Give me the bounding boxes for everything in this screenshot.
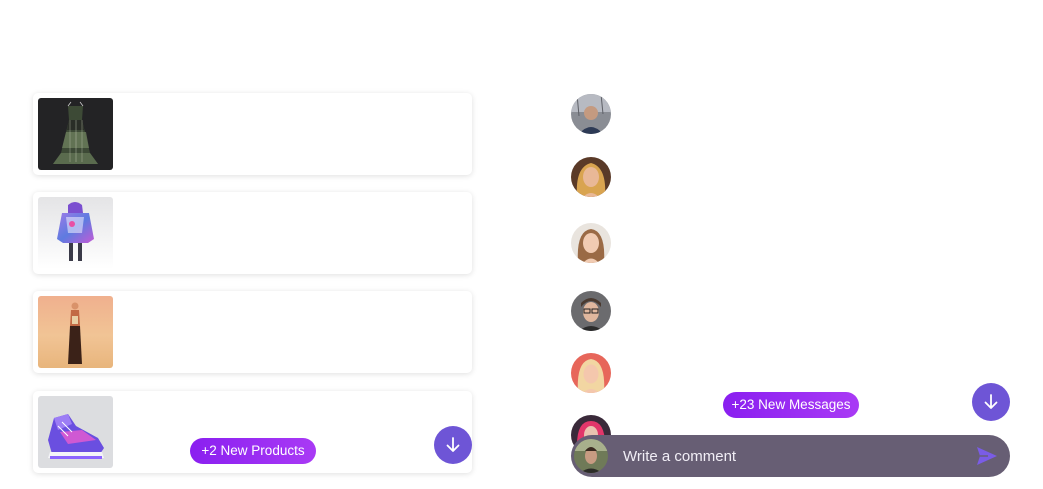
product-thumbnail bbox=[38, 98, 113, 170]
user-avatar[interactable] bbox=[571, 157, 611, 197]
comment-bar[interactable] bbox=[571, 435, 1010, 477]
product-card[interactable] bbox=[33, 192, 472, 274]
user-avatar[interactable] bbox=[571, 94, 611, 134]
user-avatar[interactable] bbox=[571, 353, 611, 393]
comment-input[interactable] bbox=[623, 435, 963, 477]
product-thumbnail bbox=[38, 197, 113, 269]
product-thumbnail bbox=[38, 396, 113, 468]
send-icon[interactable] bbox=[976, 446, 998, 466]
user-avatar[interactable] bbox=[571, 291, 611, 331]
scroll-down-products-button[interactable] bbox=[434, 426, 472, 464]
arrow-down-icon bbox=[984, 394, 998, 409]
product-card[interactable] bbox=[33, 93, 472, 175]
scroll-down-messages-button[interactable] bbox=[972, 383, 1010, 421]
arrow-down-icon bbox=[446, 437, 460, 452]
product-thumbnail bbox=[38, 296, 113, 368]
current-user-avatar bbox=[574, 439, 608, 473]
new-products-button[interactable]: +2 New Products bbox=[190, 438, 316, 464]
product-card[interactable] bbox=[33, 291, 472, 373]
new-messages-button[interactable]: +23 New Messages bbox=[723, 392, 859, 418]
user-avatar[interactable] bbox=[571, 223, 611, 263]
